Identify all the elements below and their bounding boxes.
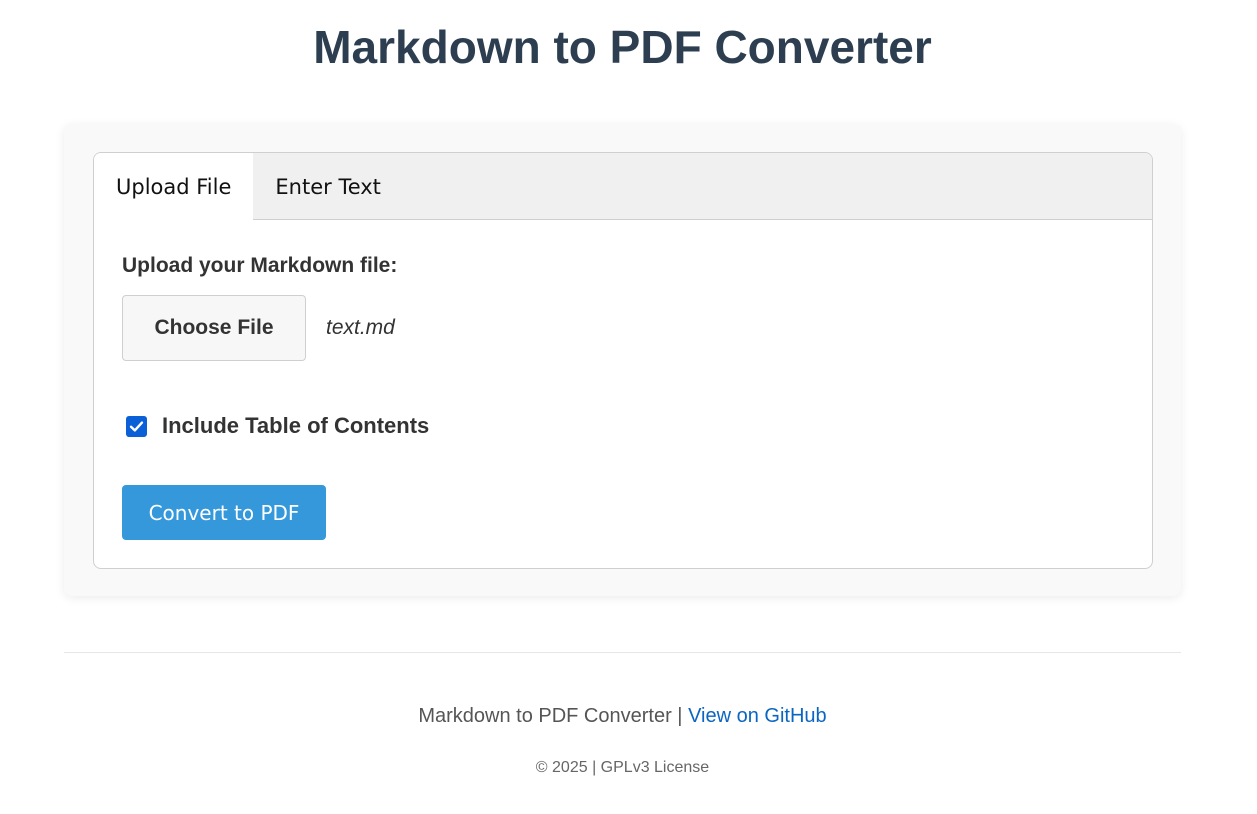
footer-app-name: Markdown to PDF Converter xyxy=(418,705,672,727)
footer-separator: | xyxy=(671,705,689,727)
converter-card: Upload File Enter Text Upload your Markd… xyxy=(64,124,1181,596)
page-title: Markdown to PDF Converter xyxy=(313,21,932,73)
tab-upload-file[interactable]: Upload File xyxy=(94,153,254,220)
toc-checkbox[interactable] xyxy=(126,415,147,437)
copyright-text: © 2025 | GPLv3 License xyxy=(535,759,710,776)
footer-divider xyxy=(64,652,1181,653)
upload-label: Upload your Markdown file: xyxy=(122,254,398,277)
selected-file-name: text.md xyxy=(326,316,395,339)
tab-enter-text[interactable]: Enter Text xyxy=(253,153,403,220)
tab-bar: Upload File Enter Text xyxy=(94,153,1152,220)
convert-to-pdf-button[interactable]: Convert to PDF xyxy=(122,485,326,540)
toc-option: Include Table of Contents xyxy=(126,413,429,439)
choose-file-button[interactable]: Choose File xyxy=(122,295,306,361)
checkmark-icon xyxy=(129,420,144,432)
toc-label[interactable]: Include Table of Contents xyxy=(162,413,429,439)
tabs-panel: Upload File Enter Text Upload your Markd… xyxy=(93,152,1153,569)
footer-line: Markdown to PDF Converter | View on GitH… xyxy=(0,705,1245,728)
github-link[interactable]: View on GitHub xyxy=(688,705,827,727)
